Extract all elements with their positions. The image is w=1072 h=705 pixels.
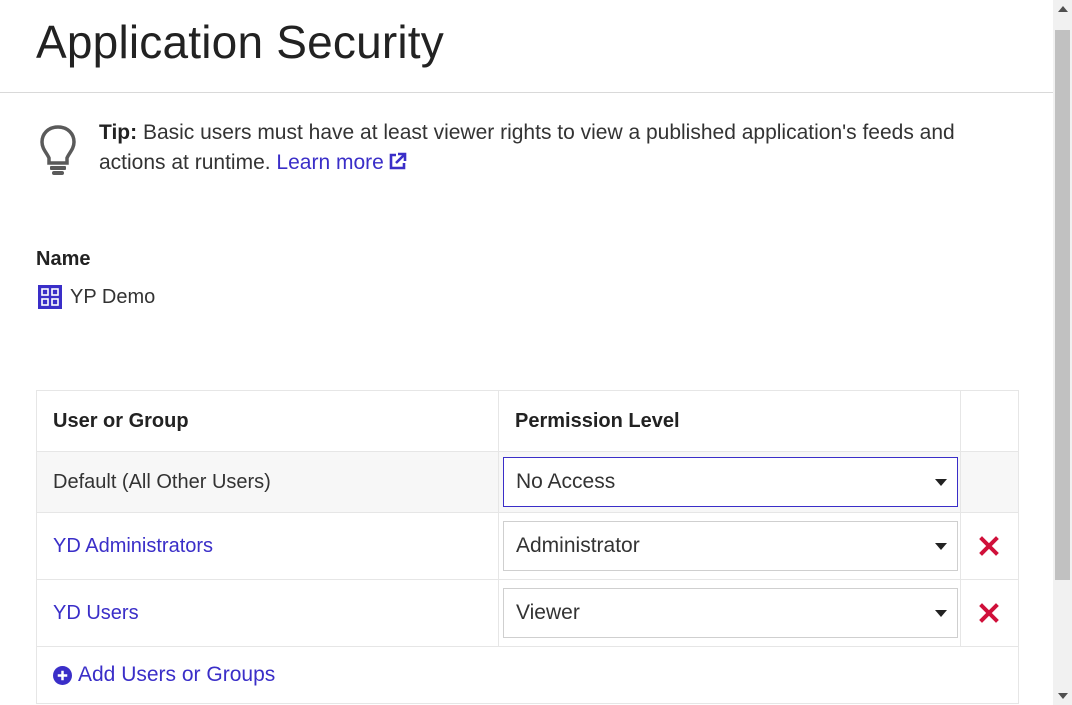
table-cell-permission: Administrator	[499, 513, 961, 579]
table-cell-user: Default (All Other Users)	[37, 452, 499, 512]
table-header-row: User or Group Permission Level	[37, 391, 1018, 452]
group-link-yd-administrators[interactable]: YD Administrators	[53, 535, 213, 558]
plus-circle-icon	[53, 665, 72, 685]
caret-down-icon	[935, 542, 947, 550]
remove-x-icon[interactable]	[978, 536, 999, 556]
permission-select-default[interactable]: No Access	[503, 457, 958, 507]
add-users-or-groups-button[interactable]: Add Users or Groups	[37, 647, 275, 703]
application-grid-icon	[38, 285, 62, 309]
permission-select-value: No Access	[516, 470, 616, 493]
external-link-icon	[389, 152, 407, 170]
permission-select-yd-administrators[interactable]: Administrator	[503, 521, 958, 571]
caret-down-icon	[935, 478, 947, 486]
remove-x-icon[interactable]	[978, 603, 999, 623]
add-users-or-groups-label: Add Users or Groups	[78, 663, 276, 686]
table-row: YD Users Viewer	[37, 580, 1018, 647]
permission-select-value: Administrator	[516, 534, 640, 557]
scroll-up-arrow-icon[interactable]	[1058, 6, 1068, 12]
learn-more-label: Learn more	[276, 151, 384, 174]
name-label: Name	[36, 248, 91, 270]
table-row: YD Administrators Administrator	[37, 513, 1018, 580]
page: Application Security Tip: Basic users mu…	[0, 0, 1053, 705]
permission-select-value: Viewer	[516, 601, 580, 624]
vertical-scrollbar[interactable]	[1053, 0, 1072, 705]
column-header-actions	[961, 391, 1016, 451]
lightbulb-icon	[40, 125, 76, 175]
column-header-user-or-group: User or Group	[37, 391, 499, 451]
table-cell-actions	[961, 580, 1016, 646]
group-link-yd-users[interactable]: YD Users	[53, 602, 139, 625]
column-header-permission-level: Permission Level	[499, 391, 961, 451]
table-row-default: Default (All Other Users) No Access	[37, 452, 1018, 513]
tip-body: Basic users must have at least viewer ri…	[99, 121, 955, 174]
learn-more-link[interactable]: Learn more	[276, 151, 407, 174]
table-add-row: Add Users or Groups	[37, 647, 1018, 704]
caret-down-icon	[935, 609, 947, 617]
page-header: Application Security	[0, 0, 1053, 93]
permissions-table: User or Group Permission Level Default (…	[36, 390, 1019, 704]
tip-label: Tip:	[99, 121, 138, 144]
default-users-label: Default (All Other Users)	[53, 470, 271, 493]
tip-text: Tip: Basic users must have at least view…	[99, 118, 1019, 178]
app-name: YP Demo	[38, 284, 155, 310]
app-name-text: YP Demo	[70, 285, 156, 308]
table-cell-permission: Viewer	[499, 580, 961, 646]
table-cell-permission: No Access	[499, 452, 961, 512]
page-title: Application Security	[36, 16, 444, 68]
table-cell-actions	[961, 513, 1016, 579]
table-cell-user: YD Users	[37, 580, 499, 646]
scroll-down-arrow-icon[interactable]	[1058, 693, 1068, 699]
scrollbar-thumb[interactable]	[1055, 30, 1070, 580]
table-cell-user: YD Administrators	[37, 513, 499, 579]
permission-select-yd-users[interactable]: Viewer	[503, 588, 958, 638]
table-cell-actions	[961, 452, 1016, 512]
